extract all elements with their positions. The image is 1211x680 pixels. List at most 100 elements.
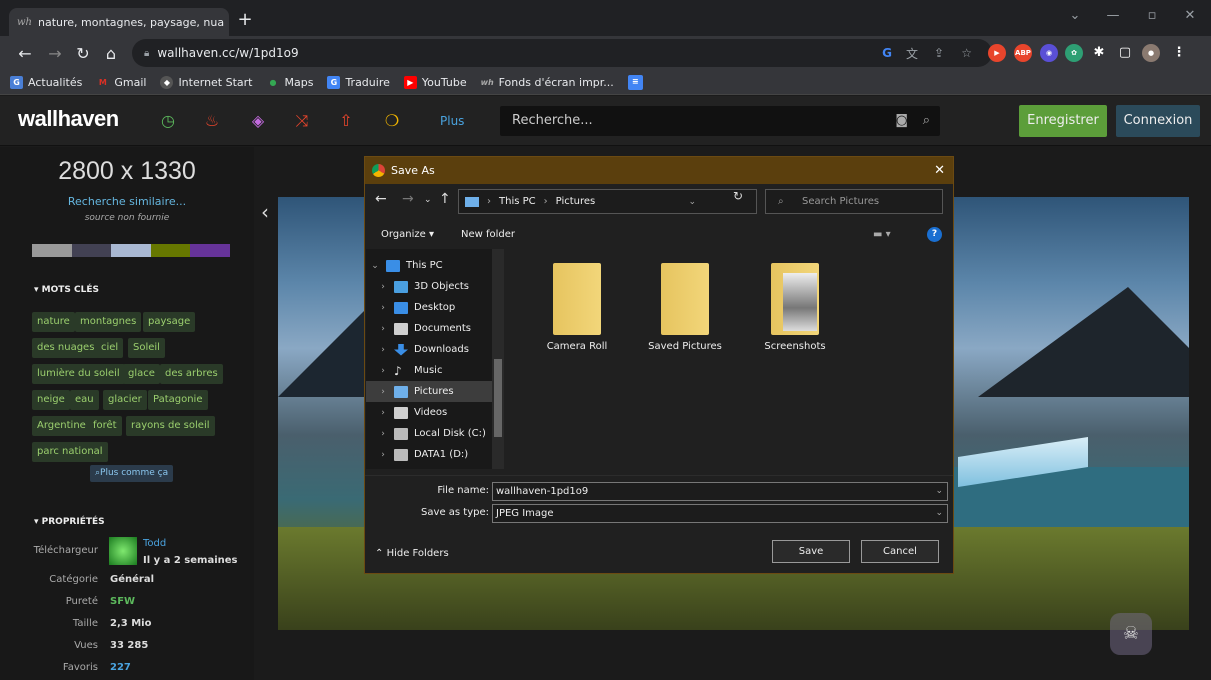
tree-item-3d-objects[interactable]: › 3D Objects [378,276,503,297]
tag[interactable]: parc national [32,442,108,462]
path-segment[interactable]: This PC [499,196,536,207]
hide-folders-button[interactable]: ⌃ Hide Folders [375,548,449,559]
extensions-puzzle-icon[interactable]: ✱ [1090,44,1108,62]
chevron-right-icon[interactable]: › [378,450,388,460]
tag[interactable]: lumière du soleil [32,364,125,384]
bookmark-traduire[interactable]: G Traduire [327,75,390,89]
reload-icon[interactable]: ↻ [70,44,96,63]
bookmark-maps[interactable]: ● Maps [266,76,313,89]
tree-item-music[interactable]: › ♪ Music [378,360,503,381]
minimize-button[interactable]: — [1095,0,1131,32]
tag[interactable]: Patagonie [148,390,208,410]
tag[interactable]: paysage [143,312,196,332]
tag[interactable]: des nuages [32,338,100,358]
path-segment[interactable]: Pictures [556,196,596,207]
file-name-input[interactable]: wallhaven-1pd1o9 ⌄ [492,482,948,501]
tab-search-icon[interactable]: ⌄ [1057,0,1093,32]
plus-link[interactable]: Plus [440,96,464,146]
path-dropdown-icon[interactable]: ⌄ [688,197,696,207]
palette-swatch[interactable] [32,244,72,257]
resolution[interactable]: 2800 x 1330 [0,157,254,186]
home-icon[interactable]: ⌂ [98,44,124,63]
bookmark-actualites[interactable]: G Actualités [10,75,82,89]
more-like-this-button[interactable]: ⌕Plus comme ça [90,465,174,482]
chevron-right-icon[interactable]: › [378,324,388,334]
site-logo[interactable]: wallhaven [18,106,119,132]
random-icon[interactable]: ⤨ [282,96,322,146]
docs-icon[interactable]: ≡ [627,74,643,90]
tree-item-videos[interactable]: › Videos [378,402,503,423]
scrollbar-thumb[interactable] [494,359,502,437]
latest-icon[interactable]: ◷ [148,96,188,146]
recent-locations-icon[interactable]: ⌄ [424,195,432,205]
profile-avatar[interactable]: ● [1142,44,1160,62]
dialog-title-bar[interactable]: Save As ✕ [365,157,953,184]
previous-arrow-icon[interactable]: ‹ [254,197,276,227]
chevron-down-icon[interactable]: ⌄ [935,483,943,500]
adblock-plus-icon[interactable]: ABP [1014,44,1032,62]
new-tab-button[interactable]: + [234,10,256,32]
search-icon[interactable]: ⌕ [923,106,930,136]
share-icon[interactable]: ⇪ [934,46,944,60]
hot-icon[interactable]: ♨ [192,96,232,146]
extension-icon[interactable]: ◉ [1040,44,1058,62]
uploader-name[interactable]: Todd [143,538,166,549]
bookmark-star-icon[interactable]: ☆ [961,46,972,60]
chevron-right-icon[interactable]: › [378,408,388,418]
folder-screenshots[interactable]: Screenshots [747,263,843,352]
menu-icon[interactable]: ⋮ [1170,44,1188,62]
chevron-right-icon[interactable]: › [378,429,388,439]
tag[interactable]: eau [70,390,99,410]
bookmark-fonds-ecran[interactable]: wh Fonds d'écran impr... [481,76,614,89]
upload-icon[interactable]: ⇧ [326,96,366,146]
login-button[interactable]: Connexion [1116,105,1200,137]
similar-search-link[interactable]: Recherche similaire... [0,195,254,208]
bookmark-gmail[interactable]: M Gmail [96,76,147,89]
google-icon[interactable]: G [882,46,892,60]
back-icon[interactable]: ← [375,191,387,207]
tag[interactable]: forêt [88,416,122,436]
palette-swatch[interactable] [150,244,191,257]
tree-item-this-pc[interactable]: ⌄ This PC [370,255,495,276]
address-path[interactable]: › This PC › Pictures ⌄ [458,189,757,214]
refresh-icon[interactable]: ↻ [733,189,743,203]
close-window-button[interactable]: ✕ [1172,0,1208,32]
translate-icon[interactable]: 文 [906,45,918,62]
tree-item-local-disk[interactable]: › Local Disk (C:) [378,423,503,444]
bookmark-youtube[interactable]: ▶ YouTube [403,75,467,89]
tag[interactable]: glacier [103,390,147,410]
tag[interactable]: glace [123,364,160,384]
chevron-right-icon[interactable]: › [378,387,388,397]
tree-item-documents[interactable]: › Documents [378,318,503,339]
properties-heading[interactable]: ▾ PROPRIÉTÉS [34,517,105,527]
chevron-right-icon[interactable]: › [378,345,388,355]
chevron-down-icon[interactable]: ⌄ [370,261,380,271]
save-type-select[interactable]: JPEG Image ⌄ [492,504,948,523]
tag[interactable]: rayons de soleil [126,416,215,436]
tag[interactable]: Argentine [32,416,91,436]
tag[interactable]: Soleil [128,338,165,358]
close-dialog-button[interactable]: ✕ [934,157,945,184]
forward-icon[interactable]: → [42,44,68,63]
address-bar[interactable]: 🔒︎ wallhaven.cc/w/1pd1o9 G 文 ⇪ ☆ [132,39,992,67]
chevron-right-icon[interactable]: › [378,366,388,376]
up-icon[interactable]: ↑ [439,191,451,207]
cancel-button[interactable]: Cancel [861,540,939,563]
forward-icon[interactable]: → [402,191,414,207]
tag[interactable]: neige [32,390,70,410]
folder-camera-roll[interactable]: Camera Roll [529,263,625,352]
tag[interactable]: des arbres [160,364,223,384]
tree-item-data1[interactable]: › DATA1 (D:) [378,444,503,465]
tag[interactable]: nature [32,312,75,332]
tag[interactable]: ciel [96,338,124,358]
chevron-right-icon[interactable]: › [378,303,388,313]
browser-tab[interactable]: wh nature, montagnes, paysage, nua ✕ [9,8,229,36]
restore-button[interactable]: ▫ [1134,0,1170,32]
save-button[interactable]: Save [772,540,850,563]
tree-item-downloads[interactable]: › Downloads [378,339,503,360]
tags-heading[interactable]: ▾ MOTS CLÉS [34,285,99,295]
extension-icon[interactable]: ▶ [988,44,1006,62]
palette-swatch[interactable] [111,244,151,257]
site-search-input[interactable]: Recherche... ◙ ⌕ [500,106,940,136]
palette-swatch[interactable] [71,244,112,257]
